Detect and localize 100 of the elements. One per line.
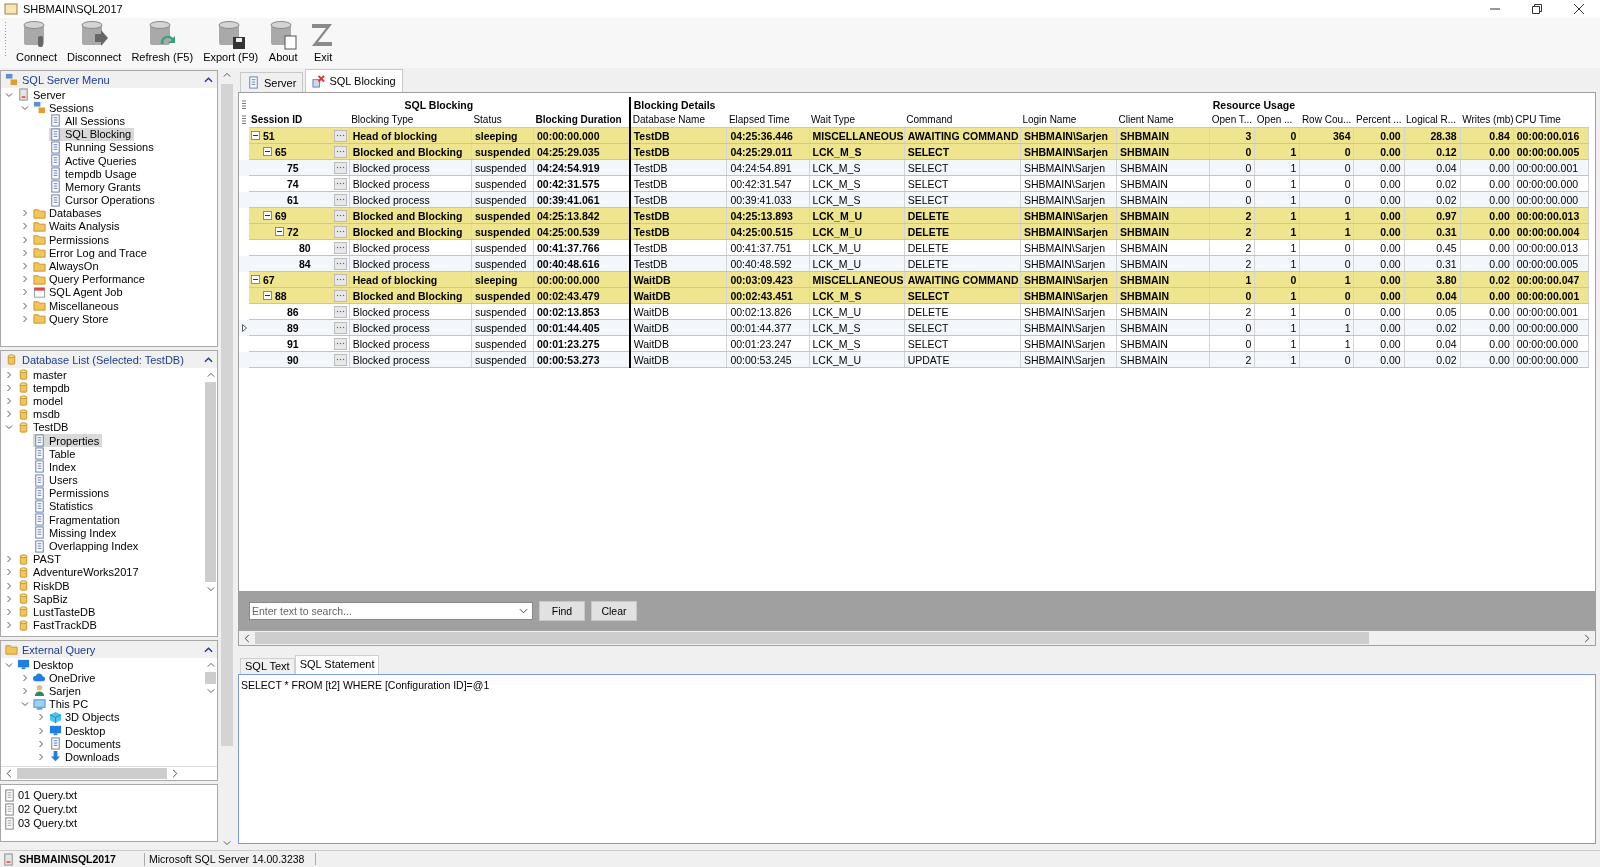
collapse-caret-icon[interactable] [204, 646, 213, 653]
chevron-icon[interactable] [5, 621, 13, 630]
details-button[interactable] [333, 161, 347, 174]
file-item[interactable]: 03 Query.txt [18, 817, 78, 829]
toolbar-button[interactable]: Connect [11, 20, 62, 63]
tree-item[interactable]: Missing Index [33, 526, 120, 540]
chevron-icon[interactable] [21, 700, 29, 709]
panel-header[interactable]: SQL Server Menu [1, 71, 217, 88]
collapse-icon[interactable] [263, 147, 272, 156]
scrollbar-thumb[interactable] [205, 672, 216, 684]
chevron-icon[interactable] [5, 410, 13, 419]
table-row[interactable]: 69 Blocked and Blocking suspended 04:25:13.842 TestDB 04:25:13.893 LCK_M_U DELETE SHBMAIN\Sarjen SHBMAIN 2 1 1 0.00 0.97 0.00 00:00:00.013 [239, 207, 1589, 224]
sql-text-area[interactable]: SELECT * FROM [t2] WHERE [Configuration ID]=@1 [238, 674, 1596, 844]
column-header[interactable]: Login Name [1020, 112, 1117, 128]
details-button[interactable] [333, 257, 347, 270]
search-field[interactable]: Enter text to search... [249, 602, 533, 620]
scroll-right-icon[interactable] [1584, 633, 1590, 643]
table-row[interactable]: 75 Blocked process suspended 04:24:54.919 TestDB 04:24:54.891 LCK_M_S SELECT SHBMAIN\Sarjen SHBMAIN 0 1 0 0.00 0.04 0.00 00:00:00.001 [239, 159, 1589, 176]
table-row[interactable]: 61 Blocked process suspended 00:39:41.061 TestDB 00:39:41.033 LCK_M_S SELECT SHBMAIN\Sarjen SHBMAIN 0 1 0 0.00 0.02 0.00 00:00:00.000 [239, 191, 1589, 208]
toolbar-button[interactable]: Export (F9) [198, 20, 264, 63]
table-row[interactable]: 88 Blocked and Blocking suspended 00:02:43.479 WaitDB 00:02:43.451 LCK_M_S SELECT SHBMAIN\Sarjen SHBMAIN 0 1 0 0.00 0.04 0.00 00:00:00.001 [239, 287, 1589, 304]
toolbar-button[interactable]: Disconnect [62, 20, 127, 63]
scroll-up-icon[interactable] [206, 662, 215, 668]
tree-item[interactable]: PAST [17, 552, 64, 566]
table-row[interactable]: 72 Blocked and Blocking suspended 04:25:00.539 TestDB 04:25:00.515 LCK_M_U DELETE SHBMAIN\Sarjen SHBMAIN 2 1 1 0.00 0.31 0.00 00:00:00.004 [239, 223, 1589, 240]
tree-item[interactable]: LustTasteDB [17, 605, 99, 619]
table-row[interactable]: 67 Head of blocking sleeping 00:00:00.000 WaitDB 00:03:09.423 MISCELLANEOUS AWAITING COMMAND SHBMAIN\Sarjen SHBMAIN 1 0 1 0.00 3.80 0.02 00:00:00.047 [239, 271, 1589, 288]
tree-item[interactable]: Statistics [33, 499, 96, 513]
scroll-left-icon[interactable] [6, 769, 12, 778]
tree-item[interactable]: Waits Analysis [33, 219, 123, 233]
tree-item[interactable]: Users [33, 473, 81, 487]
column-header[interactable]: Open T... [1209, 112, 1255, 128]
tree-item[interactable]: Sarjen [33, 684, 84, 698]
scroll-up-icon[interactable] [223, 72, 231, 78]
tree-item[interactable]: AdventureWorks2017 [17, 565, 142, 579]
chevron-icon[interactable] [5, 370, 13, 379]
tree-item[interactable]: model [17, 394, 66, 408]
tree-item[interactable]: msdb [17, 407, 63, 421]
tree-item[interactable]: Query Performance [33, 272, 148, 286]
tree-item[interactable]: Databases [33, 206, 105, 220]
scroll-left-icon[interactable] [244, 633, 250, 643]
tree-item[interactable]: tempdb [17, 381, 73, 395]
chevron-icon[interactable] [21, 248, 29, 257]
chevron-icon[interactable] [21, 301, 29, 310]
tree-item[interactable]: Active Queries [49, 154, 140, 168]
tree-item[interactable]: SapBiz [17, 592, 71, 606]
tree-item[interactable]: Permissions [33, 486, 112, 500]
column-header[interactable]: Status [471, 112, 534, 128]
scrollbar-thumb[interactable] [221, 84, 233, 746]
tree-item[interactable]: Overlapping Index [33, 539, 142, 553]
details-button[interactable] [333, 193, 347, 206]
tree-item[interactable]: SQL Agent Job [33, 285, 126, 299]
search-button[interactable]: Find [539, 601, 585, 621]
panel-header[interactable]: External Query [1, 641, 217, 658]
details-button[interactable] [333, 241, 347, 254]
scrollbar[interactable] [1, 766, 217, 780]
chevron-icon[interactable] [37, 752, 45, 761]
column-header[interactable]: Writes (mb) [1460, 112, 1514, 128]
scroll-down-icon[interactable] [206, 586, 215, 592]
tree-item[interactable]: FastTrackDB [17, 618, 100, 632]
chevron-icon[interactable] [21, 673, 29, 682]
chevron-icon[interactable] [21, 262, 29, 271]
tree-item[interactable]: Cursor Operations [49, 193, 158, 207]
grip-icon[interactable] [242, 99, 246, 110]
column-header[interactable]: Wait Type [809, 112, 905, 128]
details-button[interactable] [333, 321, 347, 334]
chevron-icon[interactable] [5, 90, 13, 99]
chevron-icon[interactable] [5, 581, 13, 590]
column-header[interactable]: Client Name [1116, 112, 1210, 128]
panel-header[interactable]: Database List (Selected: TestDB) [1, 351, 217, 368]
chevron-icon[interactable] [37, 713, 45, 722]
tree-item[interactable]: This PC [33, 697, 92, 711]
tree-item[interactable]: tempdb Usage [49, 167, 140, 181]
chevron-icon[interactable] [21, 235, 29, 244]
tree-item[interactable]: RiskDB [17, 579, 73, 593]
tree-item[interactable]: Index [33, 460, 79, 474]
search-button[interactable]: Clear [591, 601, 637, 621]
chevron-icon[interactable] [5, 555, 13, 564]
restore-icon[interactable] [1532, 4, 1542, 14]
tree-item[interactable]: Query Store [33, 312, 112, 326]
chevron-icon[interactable] [21, 103, 29, 112]
tree-item[interactable]: Fragmentation [33, 513, 123, 527]
chevron-icon[interactable] [5, 423, 13, 432]
details-button[interactable] [333, 289, 347, 302]
chevron-icon[interactable] [21, 275, 29, 284]
tree-item[interactable]: Documents [49, 737, 124, 751]
collapse-icon[interactable] [251, 275, 260, 284]
chevron-icon[interactable] [5, 396, 13, 405]
scroll-right-icon[interactable] [172, 769, 178, 778]
chevron-icon[interactable] [21, 314, 29, 323]
column-header[interactable]: CPU Time [1513, 112, 1589, 128]
collapse-icon[interactable] [251, 131, 260, 140]
tree-item[interactable]: Sessions [33, 101, 97, 115]
details-button[interactable] [333, 145, 347, 158]
tree-item[interactable]: OneDrive [33, 671, 99, 685]
tree-item[interactable]: Miscellaneous [33, 299, 122, 313]
tree-item[interactable]: Server [17, 88, 69, 102]
chevron-icon[interactable] [5, 568, 13, 577]
scrollbar-thumb[interactable] [255, 632, 1369, 644]
toolbar-button[interactable]: Refresh (F5) [126, 20, 199, 63]
